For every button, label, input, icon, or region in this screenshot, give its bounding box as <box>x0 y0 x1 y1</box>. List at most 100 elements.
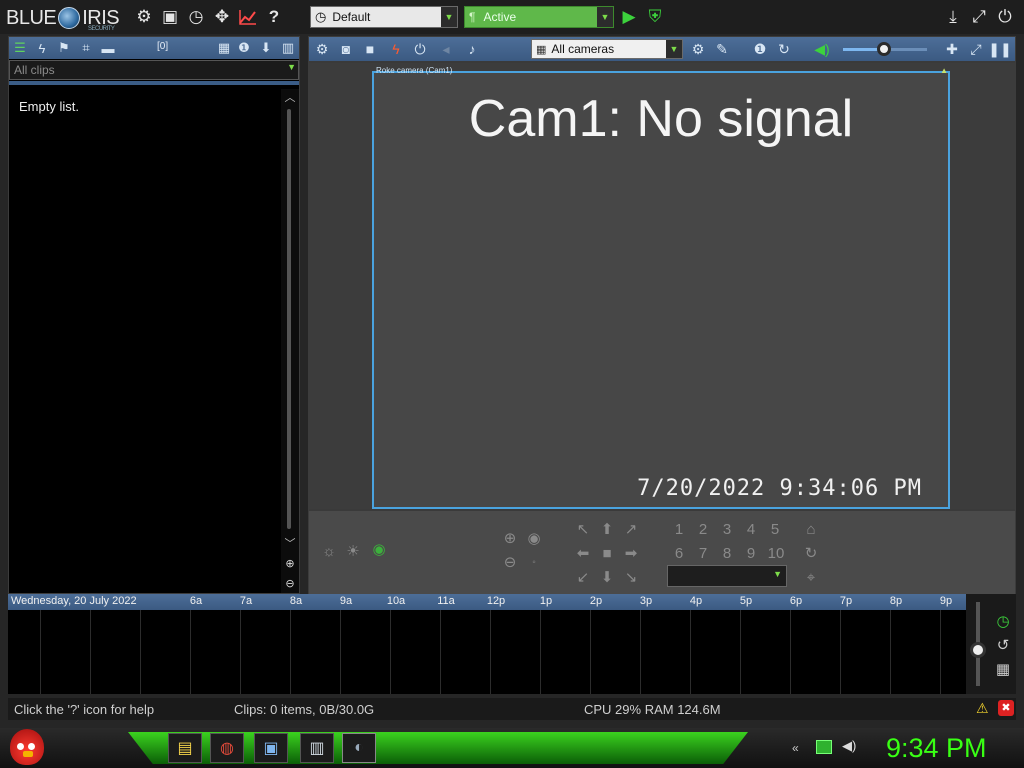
preset-button[interactable]: 3 <box>717 519 737 539</box>
blue-iris-logo: BLUE IRIS SECURITY <box>6 4 120 33</box>
ptz-up-icon[interactable]: ⬆ <box>597 519 617 539</box>
crop-icon[interactable]: ⌗ <box>77 39 95 57</box>
ptz-down-left-icon[interactable]: ↙ <box>573 567 593 587</box>
zoom-in-icon[interactable]: ⊕ <box>282 555 298 571</box>
taskbar-explorer-icon[interactable]: ▤ <box>168 733 202 763</box>
mute-speaker-icon[interactable]: ◂ <box>437 40 455 58</box>
focus-eye-icon[interactable]: ◉ <box>525 529 543 547</box>
camera-settings-gear-icon[interactable]: ⚙ <box>313 40 331 58</box>
ptz-move-icon[interactable]: ✥ <box>211 6 233 28</box>
preset-button[interactable]: 7 <box>693 543 713 563</box>
camera-group-dropdown[interactable]: ▦ All cameras ▼ <box>531 39 683 59</box>
zoom-in-icon[interactable]: ⊕ <box>501 529 519 547</box>
schedule-dropdown[interactable]: ¶ Active ▼ <box>464 6 614 28</box>
add-plus-icon[interactable]: ✚ <box>943 40 961 58</box>
focus-small-icon[interactable]: ◦ <box>525 553 543 571</box>
preset-button[interactable]: 9 <box>741 543 761 563</box>
edit-icon[interactable]: ✎ <box>713 40 731 58</box>
warning-icon[interactable]: ⚠ <box>976 700 989 717</box>
taskbar-window-icon[interactable]: ▣ <box>254 733 288 763</box>
microphone-icon[interactable]: ♪ <box>463 40 481 58</box>
folder-icon[interactable]: ▬ <box>99 39 117 57</box>
status-chart-icon[interactable] <box>237 6 259 28</box>
video-area[interactable]: Roke camera (Cam1) ▲ Cam1: No signal 7/2… <box>309 63 1015 509</box>
play-icon[interactable]: ▶ <box>618 6 640 28</box>
view-settings-gear-icon[interactable]: ⚙ <box>689 40 707 58</box>
start-button-icon[interactable] <box>10 729 44 765</box>
timeline-zoom-knob[interactable] <box>970 642 986 658</box>
record-video-icon[interactable]: ■ <box>361 40 379 58</box>
live-clock-icon[interactable]: ◷ <box>992 610 1014 632</box>
zoom-out-icon[interactable]: ⊖ <box>282 575 298 591</box>
trigger-bolt-icon[interactable]: ϟ <box>387 40 405 58</box>
ptz-right-icon[interactable]: ➡ <box>621 543 641 563</box>
pause-icon[interactable]: ❚❚ <box>988 40 1011 58</box>
ptz-home-icon[interactable]: ⌂ <box>801 519 821 539</box>
preset-dropdown[interactable]: ▼ <box>667 565 787 587</box>
ir-light-icon[interactable]: ◉ <box>369 539 389 559</box>
alert-bolt-icon[interactable]: ϟ <box>33 39 51 57</box>
ptz-down-right-icon[interactable]: ↘ <box>621 567 641 587</box>
arrow-down-icon[interactable]: ⬇ <box>257 39 275 57</box>
preset-button[interactable]: 8 <box>717 543 737 563</box>
scroll-track[interactable] <box>287 109 291 529</box>
help-question-icon[interactable]: ? <box>263 6 285 28</box>
history-icon[interactable]: ↺ <box>992 634 1014 656</box>
shield-check-icon[interactable]: ⛨ <box>644 6 666 28</box>
preset-button[interactable]: 6 <box>669 543 689 563</box>
calendar-icon[interactable]: ▦ <box>992 658 1014 680</box>
camera-tile-cam1[interactable]: Roke camera (Cam1) ▲ Cam1: No signal 7/2… <box>372 66 950 509</box>
ptz-left-icon[interactable]: ⬅ <box>573 543 593 563</box>
volume-speaker-icon[interactable]: ◀) <box>813 40 831 58</box>
download-icon[interactable]: ⤓ <box>942 6 964 28</box>
taskbar-notepad-icon[interactable]: ▥ <box>300 733 334 763</box>
taskbar-clock[interactable]: 9:34 PM <box>886 733 987 764</box>
taskbar-chrome-icon[interactable]: ◍ <box>210 733 244 763</box>
scroll-up-icon[interactable]: ︿ <box>282 89 298 105</box>
ptz-up-left-icon[interactable]: ↖ <box>573 519 593 539</box>
ptz-stop-icon[interactable]: ■ <box>597 543 617 563</box>
timeline-gridline <box>390 610 391 694</box>
clip-viewer-film-icon[interactable]: ▣ <box>159 6 181 28</box>
tray-chevron-icon[interactable]: « <box>792 741 799 755</box>
ptz-cycle-icon[interactable]: ↻ <box>801 543 821 563</box>
ptz-up-right-icon[interactable]: ↗ <box>621 519 641 539</box>
timeline-hour-label: 6a <box>189 595 203 607</box>
profile-dropdown[interactable]: ◷ Default ▼ <box>310 6 458 28</box>
schedule-clock-icon[interactable]: ◷ <box>185 6 207 28</box>
tray-volume-icon[interactable]: ◀) <box>842 738 856 754</box>
timeline[interactable] <box>8 610 966 694</box>
clips-scrollbar[interactable]: ︿ ﹀ ⊕ ⊖ <box>281 89 299 593</box>
clip-list-icon[interactable]: ☰ <box>11 39 29 57</box>
scroll-down-icon[interactable]: ﹀ <box>282 535 298 551</box>
preset-button[interactable]: 10 <box>763 543 789 563</box>
brightness-down-icon[interactable]: ☼ <box>319 541 339 561</box>
calendar-icon[interactable]: ▦ <box>215 39 233 57</box>
preset-button[interactable]: 1 <box>669 519 689 539</box>
chevron-down-icon: ▼ <box>287 62 296 72</box>
book-icon[interactable]: ▥ <box>279 39 297 57</box>
brightness-up-icon[interactable]: ☀ <box>343 541 363 561</box>
taskbar-blue-iris-icon[interactable]: ◐ <box>342 733 376 763</box>
flag-icon[interactable]: ⚑ <box>55 39 73 57</box>
close-error-icon[interactable]: ✖ <box>998 700 1014 716</box>
preset-button[interactable]: 2 <box>693 519 713 539</box>
preset-button[interactable]: 5 <box>765 519 785 539</box>
camera-power-icon[interactable]: ⏻ <box>411 40 429 58</box>
snapshot-camera-icon[interactable]: ◙ <box>337 40 355 58</box>
tray-network-icon[interactable] <box>816 740 832 754</box>
settings-gear-icon[interactable]: ⚙ <box>133 6 155 28</box>
zoom-out-icon[interactable]: ⊖ <box>501 553 519 571</box>
volume-slider[interactable] <box>843 42 927 56</box>
refresh-icon[interactable]: ↻ <box>775 40 793 58</box>
single-camera-icon[interactable]: ❶ <box>751 40 769 58</box>
camera-one-icon[interactable]: ❶ <box>235 39 253 57</box>
volume-knob[interactable] <box>877 42 891 56</box>
location-pin-icon[interactable]: ⌖ <box>801 567 821 587</box>
power-icon[interactable]: ⏻ <box>994 6 1016 28</box>
ptz-down-icon[interactable]: ⬇ <box>597 567 617 587</box>
expand-icon[interactable]: ⤢ <box>967 40 985 58</box>
clips-filter-dropdown[interactable]: All clips ▼ <box>9 60 299 80</box>
fullscreen-expand-icon[interactable]: ⤢ <box>968 6 990 28</box>
preset-button[interactable]: 4 <box>741 519 761 539</box>
